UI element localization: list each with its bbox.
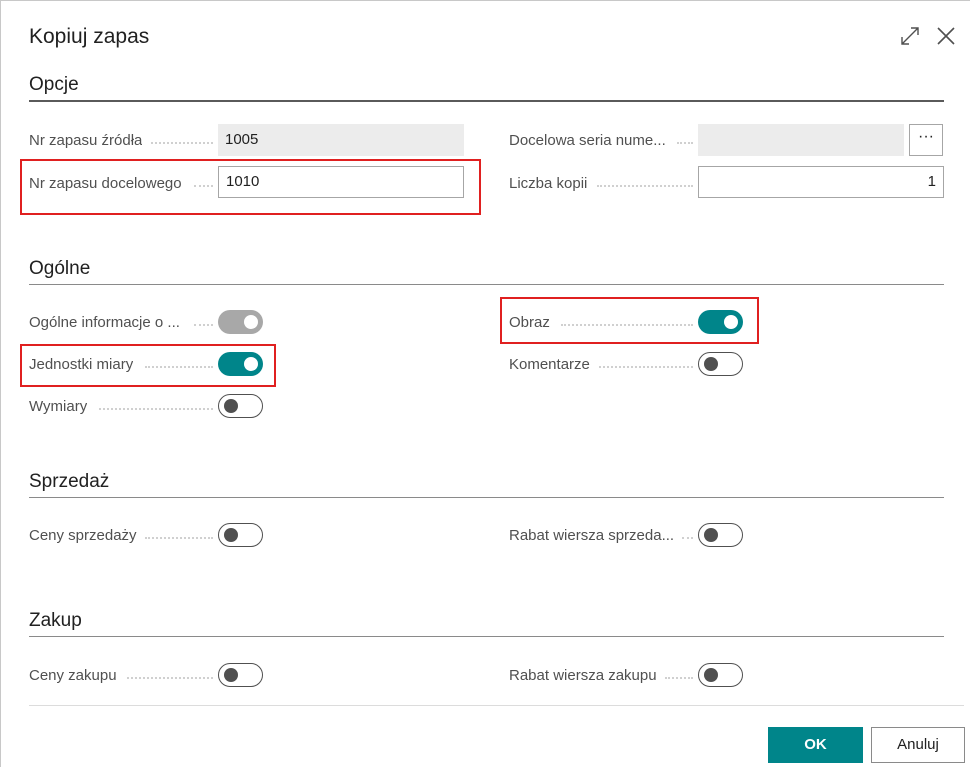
dimensions-label: Wymiary [29, 398, 88, 415]
label-leader-dots [677, 142, 693, 144]
toggle-knob [704, 357, 718, 371]
section-divider [29, 497, 944, 498]
dimensions-toggle[interactable] [218, 394, 263, 418]
label-leader-dots [682, 537, 693, 539]
dialog-title: Kopiuj zapas [29, 25, 150, 48]
purchase-discount-label: Rabat wiersza zakupu [509, 667, 657, 684]
footer-divider [29, 705, 964, 706]
section-divider [29, 284, 944, 285]
section-title-ogolne: Ogólne [29, 258, 91, 279]
sales-discount-toggle[interactable] [698, 523, 743, 547]
section-title-zakup: Zakup [29, 610, 82, 631]
sales-prices-toggle[interactable] [218, 523, 263, 547]
lookup-button[interactable]: ··· [909, 124, 943, 156]
ok-button[interactable]: OK [768, 727, 863, 763]
copy-item-dialog: Kopiuj zapas Opcje Nr zapasu źródła 1005… [0, 0, 970, 767]
purchase-prices-toggle[interactable] [218, 663, 263, 687]
highlight-box [500, 297, 759, 344]
highlight-box [20, 344, 276, 387]
label-leader-dots [599, 366, 693, 368]
section-title-opcje: Opcje [29, 74, 79, 95]
copies-field[interactable]: 1 [698, 166, 944, 198]
target-series-label: Docelowa seria nume... [509, 132, 666, 149]
purchase-prices-label: Ceny zakupu [29, 667, 117, 684]
general-info-toggle [218, 310, 263, 334]
toggle-knob [224, 528, 238, 542]
label-leader-dots [99, 408, 213, 410]
close-icon[interactable] [935, 25, 957, 47]
section-divider [29, 636, 944, 637]
toggle-knob [704, 668, 718, 682]
general-info-label: Ogólne informacje o ... [29, 314, 180, 331]
toggle-knob [704, 528, 718, 542]
label-leader-dots [127, 677, 213, 679]
copies-label: Liczba kopii [509, 175, 588, 192]
expand-icon[interactable] [899, 25, 921, 47]
section-divider [29, 100, 944, 102]
highlight-box [20, 159, 481, 215]
label-leader-dots [145, 537, 213, 539]
toggle-knob [224, 668, 238, 682]
label-leader-dots [151, 142, 213, 144]
toggle-knob [224, 399, 238, 413]
sales-discount-label: Rabat wiersza sprzeda... [509, 527, 675, 544]
label-leader-dots [665, 677, 693, 679]
comments-label: Komentarze [509, 356, 590, 373]
label-leader-dots [597, 185, 693, 187]
cancel-button[interactable]: Anuluj [871, 727, 965, 763]
comments-toggle[interactable] [698, 352, 743, 376]
toggle-knob [244, 315, 258, 329]
section-title-sprzedaz: Sprzedaż [29, 471, 110, 492]
source-item-label: Nr zapasu źródła [29, 132, 143, 149]
label-leader-dots [194, 324, 213, 326]
source-item-field: 1005 [218, 124, 464, 156]
target-series-field [698, 124, 904, 156]
purchase-discount-toggle[interactable] [698, 663, 743, 687]
sales-prices-label: Ceny sprzedaży [29, 527, 137, 544]
